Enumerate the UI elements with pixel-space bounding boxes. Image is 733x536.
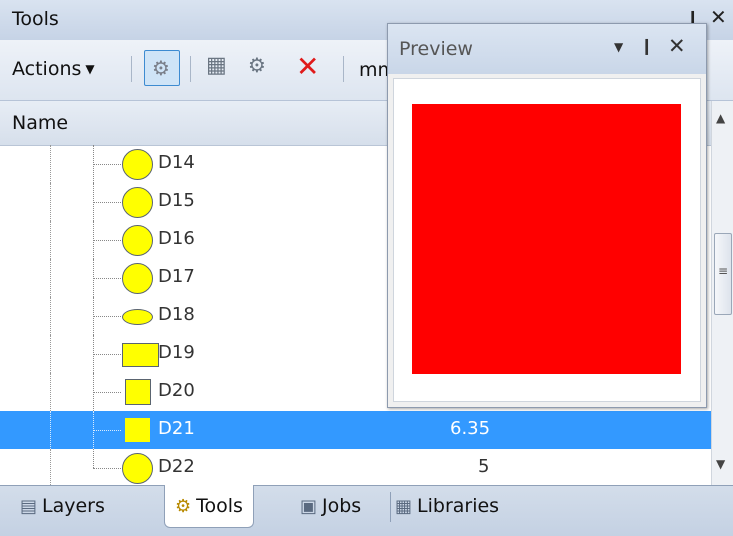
gear-icon: ⚙	[152, 56, 170, 80]
row-label: D21	[158, 418, 195, 439]
tree-connector	[93, 202, 121, 203]
tab-label: Jobs	[322, 495, 362, 517]
jobs-icon: ▣	[300, 495, 318, 517]
circle-aperture-icon	[122, 149, 153, 180]
tab-label: Libraries	[417, 495, 500, 517]
layers-icon: ▤	[20, 495, 38, 517]
scroll-up-icon[interactable]: ▲	[716, 111, 725, 125]
toolbar-separator	[131, 56, 132, 82]
tree-guide-line	[50, 449, 51, 487]
close-icon[interactable]: ✕	[710, 5, 727, 29]
tab-tools[interactable]: ⚙ Tools	[164, 485, 254, 528]
preview-window[interactable]: Preview ▼ ❙ ✕	[387, 23, 707, 408]
rectangle-aperture-icon	[122, 343, 159, 367]
delete-icon[interactable]: ✕	[296, 50, 319, 83]
preview-canvas	[393, 78, 701, 402]
tab-libraries[interactable]: ▦ Libraries	[395, 486, 499, 526]
toolbar-separator	[343, 56, 344, 82]
row-label: D19	[158, 342, 195, 363]
toolbar-separator	[190, 56, 191, 82]
tree-connector	[93, 468, 121, 469]
tree-connector	[93, 278, 121, 279]
square-aperture-icon	[125, 418, 150, 442]
tree-guide-line	[50, 259, 51, 297]
tree-guide-line	[50, 411, 51, 449]
add-tool-icon[interactable]: ⚙	[248, 53, 266, 77]
tree-guide-line	[50, 221, 51, 259]
row-label: D14	[158, 152, 195, 173]
column-name-header[interactable]: Name	[12, 112, 68, 134]
bottom-tab-bar: ▤ Layers ⚙ Tools ▣ Jobs ▦ Libraries	[0, 485, 733, 536]
tab-label: Tools	[196, 495, 243, 517]
tab-layers[interactable]: ▤ Layers	[20, 486, 105, 526]
actions-label: Actions	[12, 58, 82, 80]
circle-aperture-icon	[122, 225, 153, 256]
preview-title-bar[interactable]: Preview ▼ ❙ ✕	[388, 24, 706, 74]
actions-dropdown[interactable]: Actions ▼	[12, 54, 95, 84]
tree-guide-line	[93, 449, 94, 468]
chevron-down-icon: ▼	[85, 62, 95, 76]
tree-connector	[93, 392, 121, 393]
tab-label: Layers	[42, 495, 105, 517]
aperture-preview-shape	[412, 104, 681, 374]
tree-row[interactable]: D22 5	[0, 449, 711, 487]
square-aperture-icon	[125, 379, 151, 405]
oval-aperture-icon	[122, 309, 153, 325]
row-label: D20	[158, 380, 195, 401]
circle-aperture-icon	[122, 453, 153, 484]
tree-guide-line	[50, 145, 51, 183]
tree-connector	[93, 240, 121, 241]
pin-icon[interactable]: ❙	[640, 36, 653, 55]
tree-guide-line	[50, 373, 51, 411]
gear-icon: ⚙	[175, 495, 192, 517]
row-label: D18	[158, 304, 195, 325]
row-label: D16	[158, 228, 195, 249]
libraries-icon: ▦	[395, 495, 413, 517]
row-size-value: 5	[478, 456, 490, 477]
tree-connector	[93, 316, 121, 317]
row-label: D17	[158, 266, 195, 287]
grip-icon: ≡	[718, 264, 729, 278]
circle-aperture-icon	[122, 263, 153, 294]
add-to-library-icon[interactable]: ▦	[206, 53, 227, 78]
tools-panel: Tools ❙ ✕ Actions ▼ ⚙ ▦ ⚙ ✕ mm Name D14	[0, 0, 733, 536]
preview-title: Preview	[399, 38, 473, 60]
close-icon[interactable]: ✕	[668, 34, 686, 58]
row-size-value: 6.35	[450, 418, 491, 439]
tree-connector	[93, 354, 121, 355]
tree-guide-line	[50, 297, 51, 335]
tree-connector	[93, 164, 121, 165]
tree-row-selected[interactable]: D21 6.35	[0, 411, 711, 449]
chevron-down-icon[interactable]: ▼	[614, 40, 623, 54]
panel-title: Tools	[12, 8, 59, 30]
tree-connector	[93, 430, 121, 431]
tree-guide-line	[50, 183, 51, 221]
row-label: D22	[158, 456, 195, 477]
vertical-scrollbar[interactable]: ▲ ≡ ▼	[711, 101, 733, 485]
row-label: D15	[158, 190, 195, 211]
scroll-down-icon[interactable]: ▼	[716, 457, 725, 471]
circle-aperture-icon	[122, 187, 153, 218]
tab-separator	[390, 492, 391, 522]
tree-guide-line	[50, 335, 51, 373]
scrollbar-thumb[interactable]: ≡	[714, 233, 732, 315]
tool-settings-button[interactable]: ⚙	[144, 50, 180, 86]
tab-jobs[interactable]: ▣ Jobs	[300, 486, 361, 526]
